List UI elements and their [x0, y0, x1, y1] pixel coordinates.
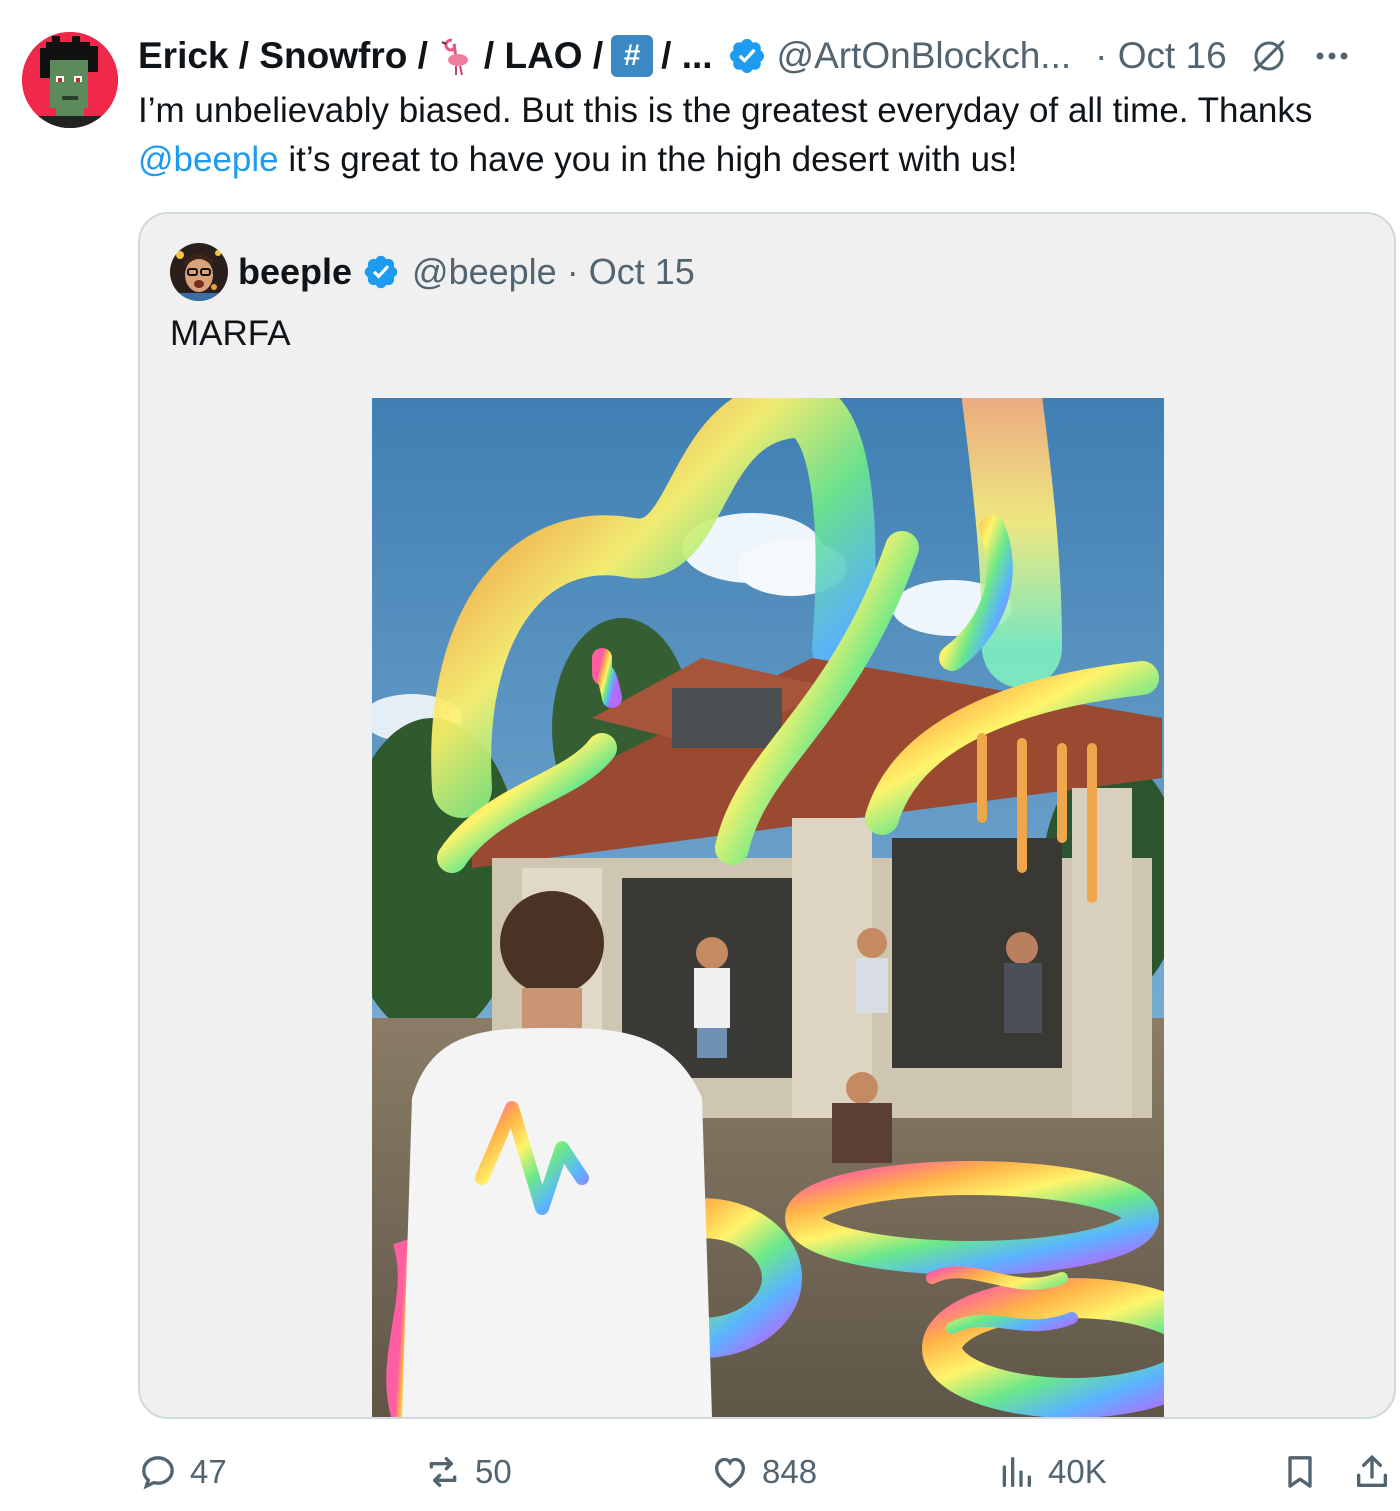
quoted-tweet-card[interactable]: beeple @beeple · Oct 15 MARFA: [138, 212, 1396, 1419]
author-avatar[interactable]: [22, 32, 118, 128]
mention-link[interactable]: @beeple: [138, 140, 279, 179]
quoted-author-avatar[interactable]: [170, 243, 228, 301]
author-handle[interactable]: @ArtOnBlockch...: [777, 35, 1072, 77]
bookmark-button[interactable]: [1280, 1447, 1332, 1497]
beeple-avatar-icon: [170, 243, 228, 301]
quoted-tweet-text: MARFA: [170, 314, 291, 353]
heart-icon: [714, 1457, 746, 1489]
tweet-date[interactable]: · Oct 16: [1095, 35, 1227, 77]
author-name-part-1: Erick / Snowfro /: [138, 35, 428, 76]
repost-button[interactable]: 50: [423, 1447, 512, 1497]
tweet-action-bar: 47 50 848 40K: [138, 1447, 1392, 1497]
repost-count: 50: [475, 1453, 512, 1490]
repost-icon: [429, 1457, 457, 1487]
author-name-part-2: / LAO /: [483, 35, 604, 76]
hashtag-emoji-icon: #: [611, 35, 654, 77]
rainbow-worms-artwork-icon: [372, 398, 1164, 1417]
share-button[interactable]: [1352, 1447, 1400, 1497]
tweet-header: Erick / Snowfro / / LAO / # / ... @ArtOn…: [138, 30, 1393, 82]
like-count: 848: [762, 1453, 818, 1490]
quoted-tweet-header: beeple @beeple · Oct 15: [170, 242, 695, 302]
tweet-text-before: I’m unbelievably biased. But this is the…: [138, 91, 1313, 130]
quoted-author-handle[interactable]: @beeple: [412, 251, 557, 293]
quoted-verified-badge-icon: [364, 255, 398, 289]
author-name[interactable]: Erick / Snowfro / / LAO / # / ...: [138, 35, 713, 77]
bookmark-icon: [1288, 1456, 1312, 1488]
cryptopunk-avatar-icon: [22, 32, 118, 128]
reply-icon: [142, 1456, 174, 1490]
more-options-icon[interactable]: [1313, 37, 1351, 75]
like-button[interactable]: 848: [710, 1447, 817, 1497]
views-count: 40K: [1048, 1453, 1107, 1490]
quoted-tweet-image[interactable]: [372, 398, 1164, 1417]
reply-count: 47: [190, 1453, 227, 1490]
author-name-part-3: / ...: [661, 35, 713, 76]
flamingo-emoji-icon: [441, 38, 468, 76]
views-button[interactable]: 40K: [996, 1447, 1107, 1497]
verified-badge-icon: [729, 38, 764, 74]
views-chart-icon: [1002, 1457, 1031, 1487]
quoted-tweet-date[interactable]: · Oct 15: [567, 251, 695, 293]
grok-icon[interactable]: [1249, 36, 1289, 76]
tweet-text-after: it’s great to have you in the high deser…: [278, 140, 1018, 179]
tweet-text: I’m unbelievably biased. But this is the…: [138, 86, 1398, 184]
quoted-author-name[interactable]: beeple: [238, 251, 352, 293]
reply-button[interactable]: 47: [138, 1447, 227, 1497]
share-icon: [1357, 1455, 1387, 1487]
